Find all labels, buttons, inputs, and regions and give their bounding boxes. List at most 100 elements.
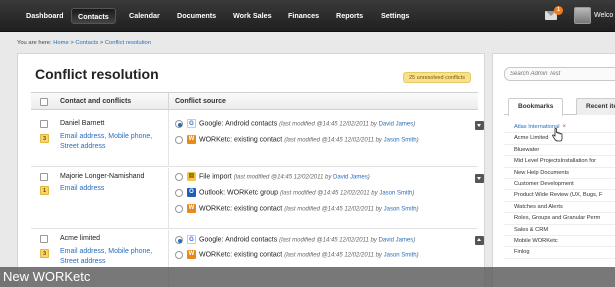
source-meta-end: ) xyxy=(367,174,370,181)
search-input[interactable] xyxy=(504,67,615,81)
nav-documents[interactable]: Documents xyxy=(171,8,222,24)
source-radio[interactable] xyxy=(175,235,183,244)
bookmark-item[interactable]: Mobile WORKetc xyxy=(504,236,615,248)
caption-overlay: New WORKetc xyxy=(0,267,615,287)
avatar[interactable] xyxy=(574,7,591,24)
column-divider xyxy=(168,168,169,228)
conflict-field-link[interactable]: Street address xyxy=(60,257,152,267)
source-radio[interactable] xyxy=(175,188,183,197)
source-radio[interactable] xyxy=(175,250,183,259)
remove-bookmark-icon[interactable]: × xyxy=(563,124,567,130)
welcome-text: Welco xyxy=(594,12,614,19)
source-radio[interactable] xyxy=(175,204,183,213)
conflict-count-badge: 1 xyxy=(40,186,49,195)
source-meta: (last modified @14:45 12/02/2011 by Davi… xyxy=(279,237,415,243)
google-icon: G xyxy=(187,235,196,244)
bookmark-item[interactable]: Product Wide Review (UX, Bugs, F xyxy=(504,190,615,202)
source-radio[interactable] xyxy=(175,172,183,181)
top-navigation-bar: Dashboard Contacts Calendar Documents Wo… xyxy=(0,0,615,32)
nav-reports[interactable]: Reports xyxy=(330,8,369,24)
bookmark-item[interactable]: Mid Level ProjectsInstallation for xyxy=(504,156,615,168)
tab-bookmarks[interactable]: Bookmarks xyxy=(508,98,564,116)
nav-dashboard[interactable]: Dashboard xyxy=(20,8,70,24)
expand-down-icon[interactable] xyxy=(475,174,484,183)
bookmark-item[interactable]: Watches and Alerts xyxy=(504,202,615,214)
sidebar-tabs: Bookmarks Recent ite xyxy=(504,98,615,116)
conflict-fields: Email address xyxy=(60,184,104,194)
source-meta-text: (last modified @14:45 12/02/2011 by xyxy=(284,252,382,259)
breadcrumb-contacts[interactable]: Contacts xyxy=(75,40,98,46)
source-meta-end: ) xyxy=(413,237,416,244)
modified-by-link[interactable]: David James xyxy=(333,174,368,180)
source-meta-text: (last modified @14:45 12/02/2011 by xyxy=(279,190,378,197)
modified-by-link[interactable]: David James xyxy=(379,237,414,243)
bookmark-item[interactable]: New Help Documents xyxy=(504,168,615,179)
source-option[interactable]: W WORKetc: existing contact (last modifie… xyxy=(175,135,419,147)
source-option[interactable]: G Google: Android contacts (last modified… xyxy=(175,235,415,247)
nav-work-sales[interactable]: Work Sales xyxy=(227,8,278,24)
row-checkbox[interactable] xyxy=(40,173,48,181)
source-meta-text: (last modified @14:45 12/02/2011 by xyxy=(233,174,332,181)
page-title: Conflict resolution xyxy=(35,66,159,82)
breadcrumb-home[interactable]: Home xyxy=(53,40,68,46)
file-icon: ▤ xyxy=(187,172,196,181)
source-option[interactable]: G Google: Android contacts (last modified… xyxy=(175,119,415,131)
source-radio[interactable] xyxy=(175,135,183,144)
row-checkbox[interactable] xyxy=(40,120,48,128)
source-option[interactable]: W WORKetc: existing contact (last modifie… xyxy=(175,204,419,216)
collapse-up-icon[interactable] xyxy=(475,236,484,245)
bookmark-list: Atlas International × Acme Limited Bluewa… xyxy=(504,122,615,259)
conflict-row: 3 Daniel Barnett Email address, Mobile p… xyxy=(31,111,484,167)
bookmark-item[interactable]: Customer Development xyxy=(504,179,615,191)
nav-settings[interactable]: Settings xyxy=(375,8,415,24)
nav-calendar[interactable]: Calendar xyxy=(123,8,166,24)
conflict-field-link[interactable]: Email address, Mobile phone, xyxy=(60,247,152,257)
source-option[interactable]: W WORKetc: existing contact (last modifie… xyxy=(175,250,419,262)
caption-text: New WORKetc xyxy=(3,269,91,284)
row-checkbox[interactable] xyxy=(40,235,48,243)
source-meta-end: ) xyxy=(413,121,416,128)
column-divider xyxy=(168,93,169,111)
breadcrumb: You are here: Home > Contacts > Conflict… xyxy=(17,40,151,46)
modified-by-link[interactable]: Jason Smith xyxy=(384,137,417,143)
source-meta: (last modified @14:45 12/02/2011 by Jaso… xyxy=(284,252,418,258)
breadcrumb-current[interactable]: Conflict resolution xyxy=(105,40,151,46)
source-label: WORKetc: existing contact xyxy=(199,251,283,259)
source-option[interactable]: ▤ File import (last modified @14:45 12/02… xyxy=(175,172,370,184)
conflict-field-link[interactable]: Email address xyxy=(60,184,104,194)
source-meta-end: ) xyxy=(412,190,415,197)
source-meta-end: ) xyxy=(416,252,419,259)
source-option[interactable]: O Outlook: WORKetc group (last modified @… xyxy=(175,188,414,200)
tab-recent-items[interactable]: Recent ite xyxy=(576,98,615,115)
conflict-fields: Email address, Mobile phone, Street addr… xyxy=(60,132,152,152)
conflict-field-link[interactable]: Email address, Mobile phone, xyxy=(60,132,152,142)
source-label: Google: Android contacts xyxy=(199,236,278,244)
bookmark-item[interactable]: Sales & CRM xyxy=(504,225,615,236)
source-label: Google: Android contacts xyxy=(199,120,278,128)
contact-name[interactable]: Majorie Longer-Namishand xyxy=(60,173,144,180)
bookmark-item[interactable]: Finlog xyxy=(504,247,615,259)
breadcrumb-separator: > xyxy=(99,40,104,46)
nav-finances[interactable]: Finances xyxy=(282,8,325,24)
modified-by-link[interactable]: Jason Smith xyxy=(384,252,417,258)
source-meta-text: (last modified @14:45 12/02/2011 by xyxy=(284,206,382,213)
contact-name[interactable]: Acme limited xyxy=(60,235,100,242)
source-radio[interactable] xyxy=(175,119,183,128)
source-meta: (last modified @14:45 12/02/2011 by Davi… xyxy=(234,174,370,180)
conflict-field-link[interactable]: Street address xyxy=(60,142,152,152)
nav-contacts[interactable]: Contacts xyxy=(71,8,116,24)
modified-by-link[interactable]: Jason Smith xyxy=(384,206,417,212)
bookmark-item[interactable]: Roles, Groups and Granular Perm xyxy=(504,213,615,225)
modified-by-link[interactable]: Jason Smith xyxy=(379,190,412,196)
source-meta: (last modified @14:45 12/02/2011 by Davi… xyxy=(279,121,415,127)
expand-down-icon[interactable] xyxy=(475,121,484,130)
unresolved-count-badge: 25 unresolved conflicts xyxy=(403,72,471,83)
source-meta-text: (last modified @14:45 12/02/2011 by xyxy=(284,137,382,144)
source-label: File import xyxy=(199,173,232,181)
conflict-panel: Conflict resolution 25 unresolved confli… xyxy=(17,53,485,287)
modified-by-link[interactable]: David James xyxy=(379,121,414,127)
select-all-checkbox[interactable] xyxy=(40,98,48,106)
bookmark-item[interactable]: Bluewater xyxy=(504,145,615,157)
contact-name[interactable]: Daniel Barnett xyxy=(60,120,104,127)
source-label: Outlook: WORKetc group xyxy=(199,189,278,197)
